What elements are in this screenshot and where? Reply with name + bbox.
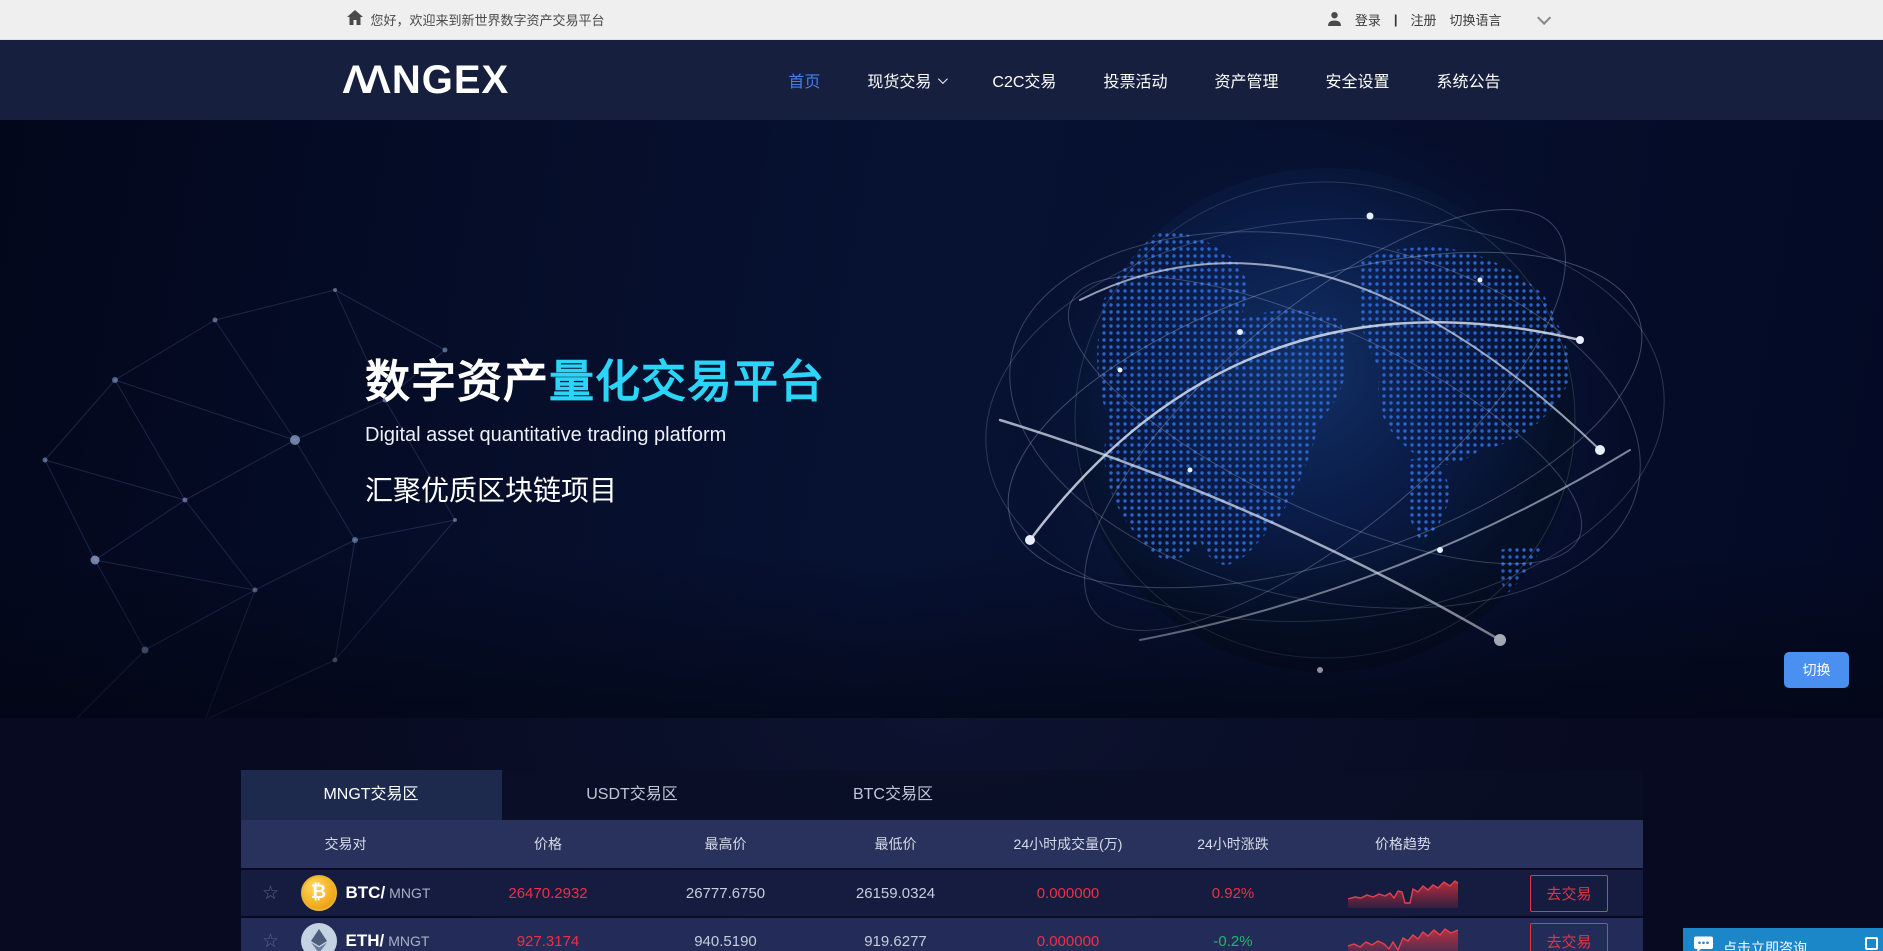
hero-title-cyan: 量化交易平台 — [549, 356, 825, 407]
chevron-down-icon — [938, 74, 948, 84]
language-switch-link[interactable]: 切换语言 — [1449, 10, 1501, 29]
eth-coin-icon — [301, 923, 337, 951]
go-trade-button[interactable]: 去交易 — [1530, 875, 1607, 912]
nav-item-home[interactable]: 首页 — [788, 68, 820, 92]
hero-subtitle-en: Digital asset quantitative trading platf… — [365, 424, 825, 447]
high-value: 26777.6750 — [641, 885, 811, 902]
trend-cell — [1311, 926, 1496, 951]
nav-item-c2c-trading[interactable]: C2C交易 — [992, 68, 1056, 92]
header-high: 最高价 — [641, 834, 811, 854]
market-tabs: MNGT交易区 USDT交易区 BTC交易区 — [241, 770, 1643, 820]
table-row-eth-mngt[interactable]: ☆ ETH/MNGT 927.3174 940.5190 919.6277 0.… — [241, 918, 1643, 951]
change-value: 0.92% — [1156, 885, 1311, 902]
user-icon — [1327, 11, 1342, 29]
market-section: MNGT交易区 USDT交易区 BTC交易区 交易对 价格 最高价 最低价 24… — [0, 718, 1883, 951]
header-low: 最低价 — [811, 834, 981, 854]
pair-quote: MNGT — [388, 933, 429, 949]
market-box: MNGT交易区 USDT交易区 BTC交易区 交易对 价格 最高价 最低价 24… — [241, 718, 1643, 951]
low-value: 26159.0324 — [811, 885, 981, 902]
page: 您好，欢迎来到新世界数字资产交易平台 登录 | 注册 切换语言 ΛΛNGEX 首… — [0, 0, 1883, 951]
hero-banner: 数字资产量化交易平台 Digital asset quantitative tr… — [0, 120, 1883, 718]
go-trade-button[interactable]: 去交易 — [1530, 923, 1607, 951]
nav-item-security[interactable]: 安全设置 — [1325, 68, 1389, 92]
chat-window-icon[interactable] — [1865, 937, 1878, 950]
hero-title: 数字资产量化交易平台 — [365, 345, 825, 410]
trend-cell — [1311, 878, 1496, 908]
high-value: 940.5190 — [641, 933, 811, 950]
chat-label: 点击立即咨询 — [1723, 938, 1807, 951]
chevron-down-icon[interactable] — [1537, 10, 1551, 24]
nav-menu: 首页 现货交易 C2C交易 投票活动 资产管理 安全设置 系统公告 — [788, 68, 1546, 92]
price-trend-sparkline — [1347, 926, 1459, 951]
chat-bubble-icon — [1693, 936, 1714, 951]
change-value: -0.2% — [1156, 933, 1311, 950]
brand-logo[interactable]: ΛΛNGEX — [337, 58, 510, 103]
pair-cell: ETH/MNGT — [301, 923, 456, 951]
header-change: 24小时涨跌 — [1156, 834, 1311, 854]
btc-coin-icon: ₿ — [301, 875, 337, 911]
header-pair: 交易对 — [301, 834, 456, 854]
nav-item-label: 现货交易 — [867, 68, 931, 92]
welcome-text: 您好，欢迎来到新世界数字资产交易平台 — [371, 10, 605, 29]
header-volume: 24小时成交量(万) — [981, 834, 1156, 854]
table-row-btc-mngt[interactable]: ☆ ₿ BTC/MNGT 26470.2932 26777.6750 26159… — [241, 870, 1643, 916]
table-header: 交易对 价格 最高价 最低价 24小时成交量(万) 24小时涨跌 价格趋势 — [241, 820, 1643, 868]
topbar: 您好，欢迎来到新世界数字资产交易平台 登录 | 注册 切换语言 — [0, 0, 1883, 40]
logo-text: NGEX — [392, 58, 509, 103]
pair-cell: ₿ BTC/MNGT — [301, 875, 456, 911]
tab-mngt-zone[interactable]: MNGT交易区 — [241, 770, 502, 820]
banner-switch-button[interactable]: 切换 — [1784, 652, 1849, 688]
separator: | — [1394, 12, 1398, 27]
hero-tagline: 汇聚优质区块链项目 — [365, 469, 825, 509]
hero-title-white: 数字资产 — [365, 356, 549, 407]
home-icon — [347, 10, 363, 30]
favorite-star-icon[interactable]: ☆ — [241, 932, 301, 951]
favorite-star-icon[interactable]: ☆ — [241, 884, 301, 903]
header-trend: 价格趋势 — [1311, 834, 1496, 854]
low-value: 919.6277 — [811, 933, 981, 950]
nav-item-spot-trading[interactable]: 现货交易 — [867, 68, 945, 92]
pair-base: BTC/ — [346, 883, 386, 902]
pair-name: BTC/MNGT — [346, 883, 431, 903]
login-link[interactable]: 登录 — [1355, 10, 1381, 29]
volume-value: 0.000000 — [981, 885, 1156, 902]
tab-btc-zone[interactable]: BTC交易区 — [763, 770, 1024, 820]
navbar: ΛΛNGEX 首页 现货交易 C2C交易 投票活动 资产管理 安全设置 系统公告 — [0, 40, 1883, 120]
nav-item-assets[interactable]: 资产管理 — [1214, 68, 1278, 92]
volume-value: 0.000000 — [981, 933, 1156, 950]
action-cell: 去交易 — [1496, 923, 1643, 951]
register-link[interactable]: 注册 — [1410, 10, 1436, 29]
hero-content: 数字资产量化交易平台 Digital asset quantitative tr… — [365, 345, 825, 509]
pair-name: ETH/MNGT — [346, 931, 430, 951]
tab-usdt-zone[interactable]: USDT交易区 — [502, 770, 763, 820]
nav-item-voting[interactable]: 投票活动 — [1103, 68, 1167, 92]
chat-widget[interactable]: 点击立即咨询 — [1683, 928, 1883, 951]
pair-quote: MNGT — [389, 885, 430, 901]
price-value: 26470.2932 — [456, 885, 641, 902]
topbar-welcome-group: 您好，欢迎来到新世界数字资产交易平台 — [337, 10, 605, 30]
globe-graphic — [940, 120, 1720, 718]
action-cell: 去交易 — [1496, 875, 1643, 912]
logo-mark: ΛΛ — [343, 58, 386, 103]
header-price: 价格 — [456, 834, 641, 854]
price-value: 927.3174 — [456, 933, 641, 950]
price-trend-sparkline — [1347, 878, 1459, 908]
pair-base: ETH/ — [346, 931, 385, 950]
nav-item-announcements[interactable]: 系统公告 — [1436, 68, 1500, 92]
topbar-account-group: 登录 | 注册 切换语言 — [1327, 10, 1547, 29]
